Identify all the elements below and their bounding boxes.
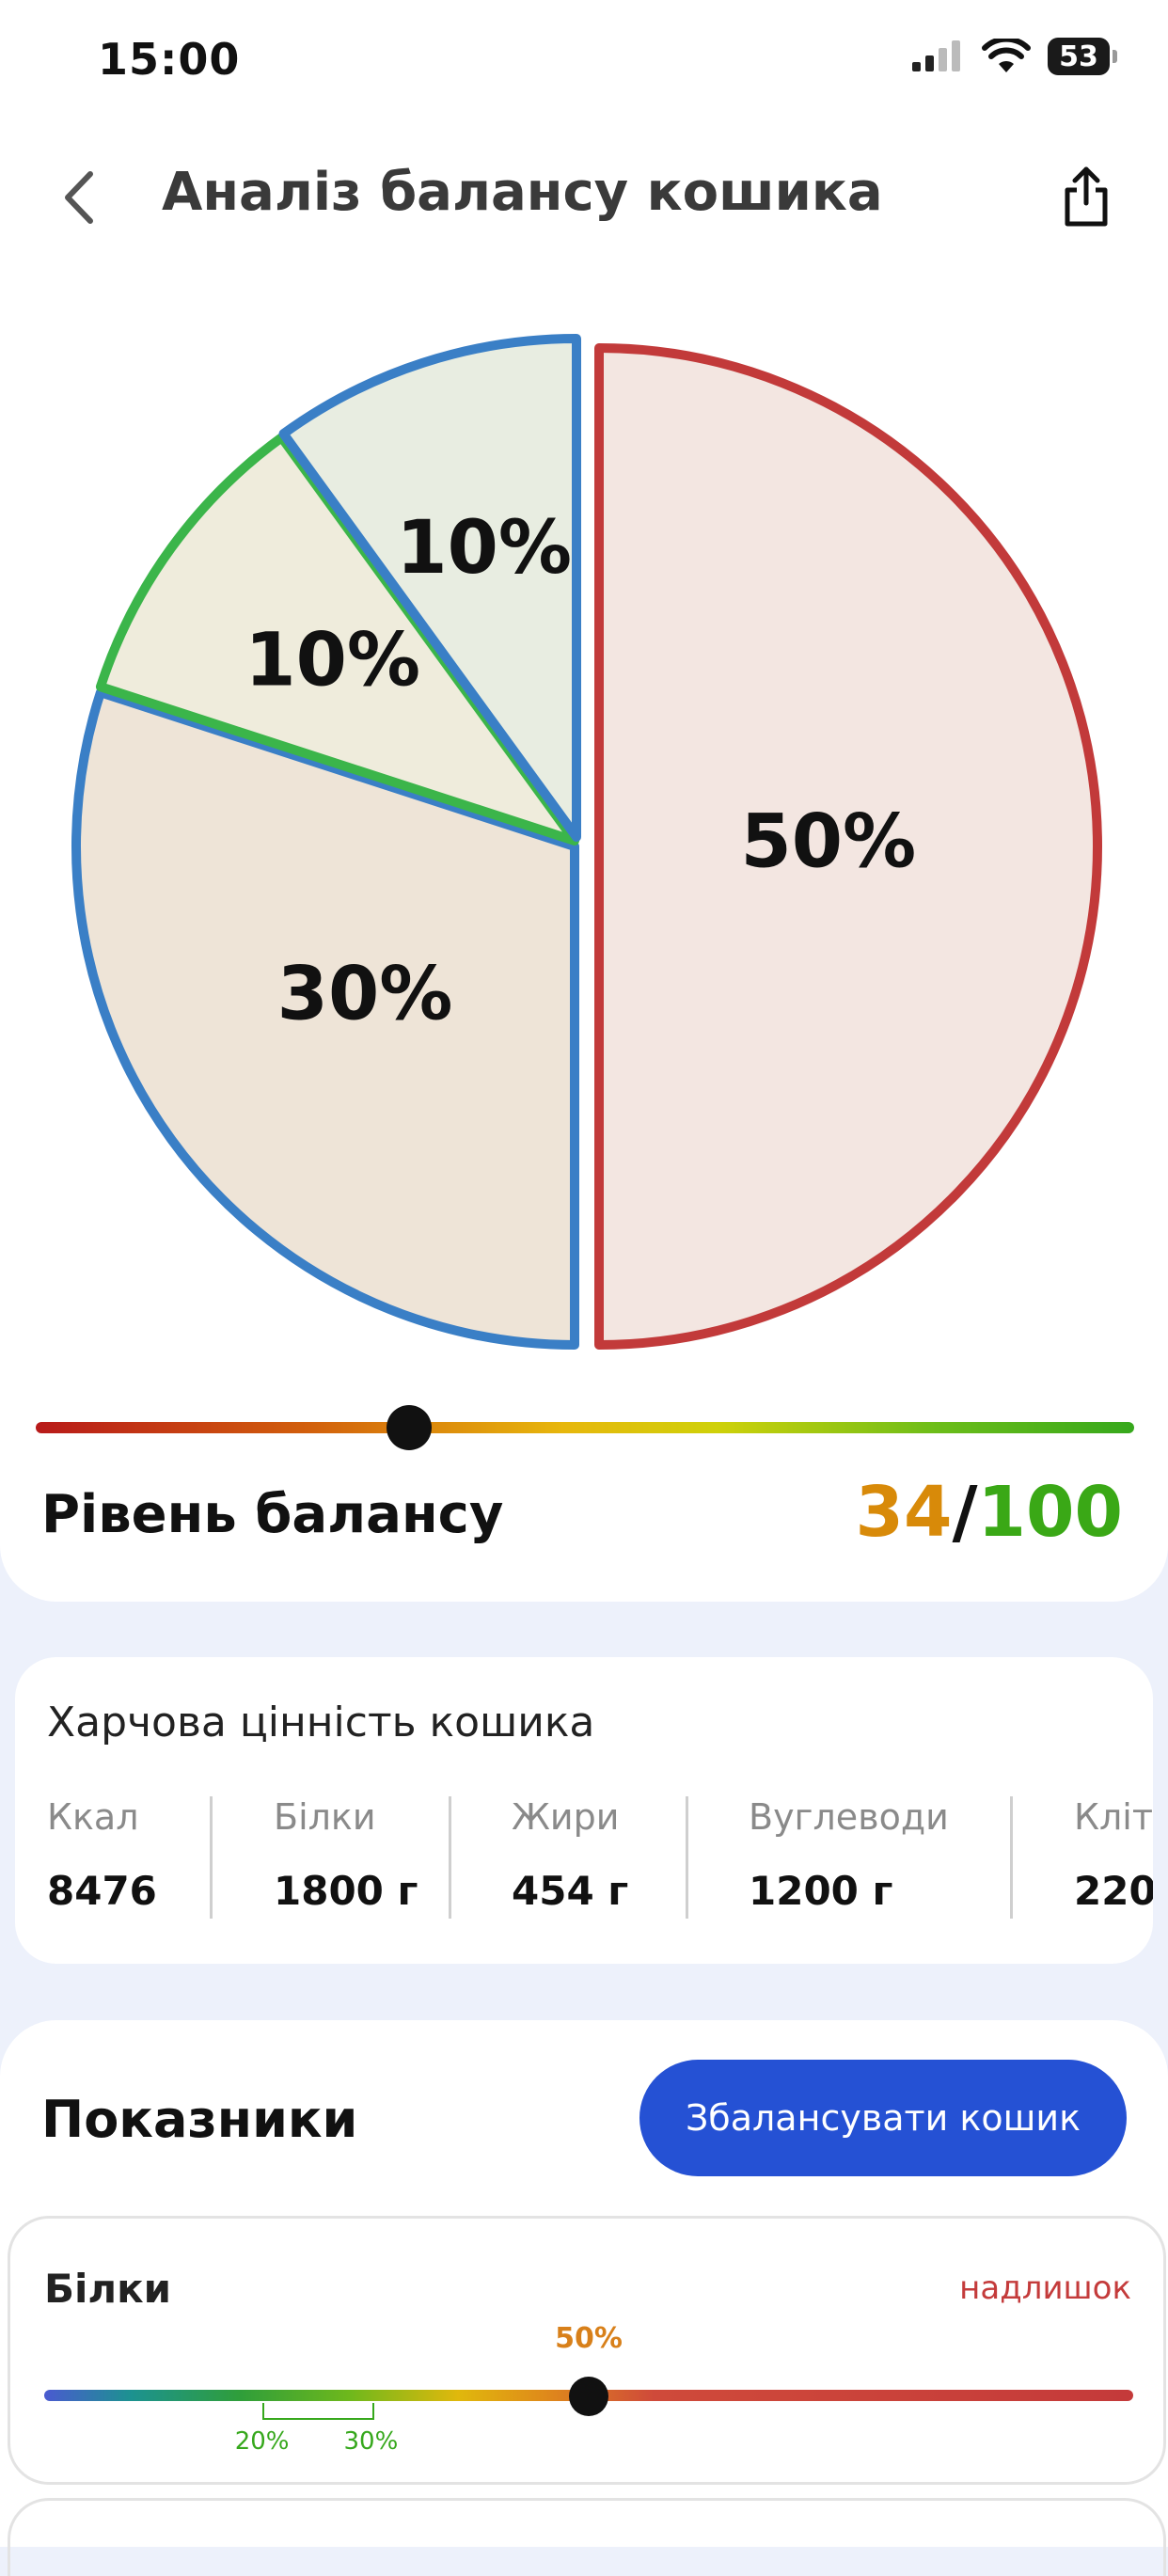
nutrition-item-carbs: Вуглеводи 1200 г [749,1796,949,1914]
divider [210,1796,213,1919]
nutrition-label: Білки [274,1796,376,1838]
balance-indicator-knob [387,1405,433,1450]
balance-cart-button[interactable]: Збалансувати кошик [639,2060,1127,2176]
signal-icon [912,40,960,71]
score-value: 34 [855,1472,953,1553]
status-time: 15:00 [98,34,241,85]
nutrition-item-fat: Жири 454 г [512,1796,628,1914]
divider [686,1796,688,1919]
pie-slice-label: 30% [277,952,453,1036]
score-max: 100 [977,1472,1123,1553]
nutrition-item-kcal: Ккал 8476 [47,1796,157,1914]
pie-slice-label: 10% [396,506,572,591]
nutrition-value: 1200 г [749,1868,893,1914]
chevron-left-icon [65,171,93,224]
nutrition-value: 220 [1074,1868,1153,1914]
battery-icon: 53 [1048,38,1117,75]
nutrition-value: 454 г [512,1868,629,1914]
balance-gradient-track [36,1422,1134,1433]
nutrition-label: Ккал [47,1796,139,1838]
nutrition-item-protein: Білки 1800 г [274,1796,418,1914]
balance-pie-chart: 50% 30% 10% 10% [66,329,1102,1364]
balance-label: Рівень балансу [41,1484,504,1545]
target-range-bracket [261,2403,375,2420]
indicator-name: Білки [44,2266,172,2312]
status-icons: 53 [910,38,1117,75]
nutrition-card[interactable]: Харчова цінність кошика Ккал 8476 Білки … [15,1657,1153,1964]
divider [449,1796,451,1919]
share-button[interactable] [1053,158,1119,233]
range-min-label: 20% [234,2427,290,2456]
back-button[interactable] [51,160,107,235]
nutrition-title: Харчова цінність кошика [47,1699,595,1746]
nutrition-item-fiber: Клітк 220 [1074,1796,1153,1914]
score-separator: / [952,1472,978,1553]
indicators-card: Показники Збалансувати кошик Білки надли… [0,2020,1168,2576]
indicators-title: Показники [41,2090,358,2149]
pie-slice-label: 50% [740,799,916,884]
range-max-label: 30% [343,2427,399,2456]
share-icon [1065,166,1108,227]
nutrition-value: 1800 г [274,1868,418,1914]
pie-slice-label: 10% [245,619,420,703]
top-card: 15:00 53 Аналіз балансу кошика 50% 30% 10%… [0,0,1168,1602]
nutrition-label: Жири [512,1796,620,1838]
indicator-knob [569,2377,608,2416]
page-title: Аналіз балансу кошика [162,162,883,223]
protein-indicator-card[interactable]: Білки надлишок 50% 20% 30% [8,2216,1166,2485]
indicator-value-label: 50% [555,2322,623,2355]
balance-score: 34/100 [856,1472,1123,1553]
next-indicator-card[interactable] [8,2498,1166,2576]
wifi-icon [982,39,1031,72]
nutrition-label: Клітк [1074,1796,1153,1838]
nutrition-label: Вуглеводи [749,1796,949,1838]
divider [1010,1796,1013,1919]
indicator-status: надлишок [959,2269,1131,2307]
nutrition-value: 8476 [47,1868,157,1914]
